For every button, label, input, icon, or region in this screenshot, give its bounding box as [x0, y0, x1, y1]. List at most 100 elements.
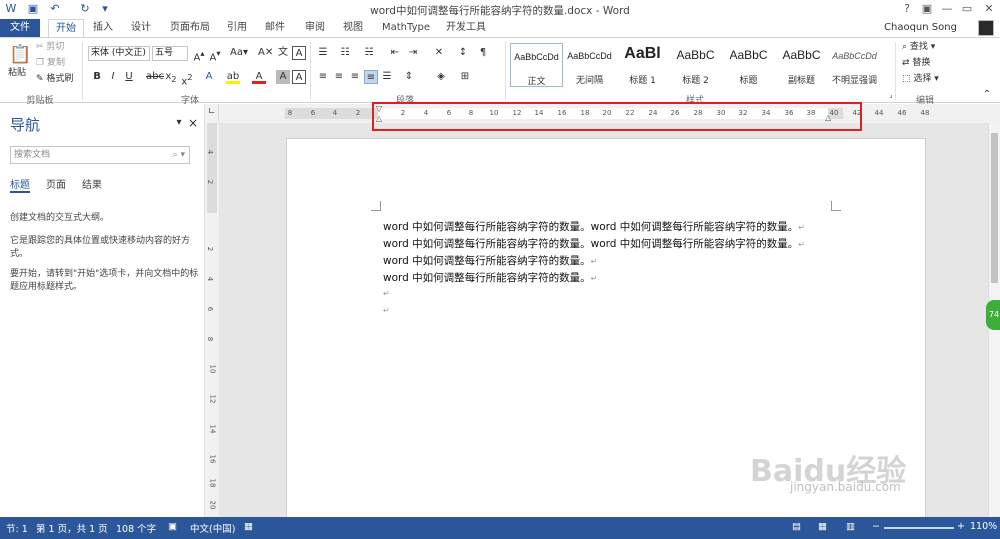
style-subtitle[interactable]: AaBbC 副标题 [775, 43, 828, 87]
enclose-char-icon[interactable]: A [292, 46, 306, 60]
underline-icon[interactable]: U [122, 70, 136, 84]
multilevel-list-icon[interactable]: ☵ [362, 46, 376, 60]
undo-icon[interactable]: ↶ [48, 2, 62, 16]
tab-page-layout[interactable]: 页面布局 [166, 19, 214, 37]
save-icon[interactable]: ▣ [26, 2, 40, 16]
zoom-out-icon[interactable]: − [872, 521, 880, 532]
style-heading2[interactable]: AaBbC 标题 2 [669, 43, 722, 87]
bullets-icon[interactable]: ☰ [316, 46, 330, 60]
tab-insert[interactable]: 插入 [88, 19, 118, 37]
status-section[interactable]: 节: 1 [6, 521, 28, 535]
style-heading1[interactable]: AaBl 标题 1 [616, 43, 669, 87]
strikethrough-icon[interactable]: abc [146, 70, 164, 84]
find-button[interactable]: ⌕ 查找 ▾ [902, 40, 935, 54]
minimize-button[interactable]: — [940, 1, 954, 17]
tab-mathtype[interactable]: MathType [378, 19, 434, 37]
numbering-icon[interactable]: ☷ [338, 46, 352, 60]
ribbon-display-icon[interactable]: ▣ [920, 1, 934, 17]
nav-close-icon[interactable]: × [186, 116, 200, 130]
scrollbar-thumb[interactable] [991, 133, 998, 283]
web-layout-icon[interactable]: ▥ [846, 521, 855, 532]
replace-button[interactable]: ⇄ 替换 [902, 56, 930, 70]
nav-search-input[interactable]: 搜索文档 ⌕ ▾ [10, 146, 190, 164]
font-color-icon[interactable]: A [252, 70, 266, 84]
style-title[interactable]: AaBbC 标题 [722, 43, 775, 87]
font-name-combo[interactable]: 宋体 (中文正) [88, 46, 150, 61]
grow-font-icon[interactable]: A▴ [192, 46, 206, 63]
align-center-icon[interactable]: ≡ [332, 70, 346, 84]
bold-icon[interactable]: B [90, 70, 104, 84]
text-effects-icon[interactable]: A [202, 70, 216, 84]
line-spacing-icon[interactable]: ⇕ [402, 70, 416, 84]
restore-button[interactable]: ▭ [960, 1, 974, 17]
zoom-slider[interactable] [884, 527, 954, 529]
side-badge[interactable]: 74 [986, 300, 1000, 330]
change-case-icon[interactable]: Aa▾ [230, 46, 248, 60]
highlight-icon[interactable]: ab [226, 70, 240, 84]
align-left-icon[interactable]: ≡ [316, 70, 330, 84]
user-name[interactable]: Chaoqun Song [884, 22, 957, 33]
font-size-combo[interactable]: 五号 [152, 46, 188, 61]
read-mode-icon[interactable]: ▤ [792, 521, 801, 532]
justify-icon[interactable]: ≡ [364, 70, 378, 84]
tab-design[interactable]: 设计 [126, 19, 156, 37]
sort-icon[interactable]: ↕ [456, 46, 470, 60]
vertical-ruler[interactable]: 4 2 2 4 6 8 10 12 14 16 18 20 [205, 123, 219, 517]
align-right-icon[interactable]: ≡ [348, 70, 362, 84]
horizontal-ruler[interactable]: 8 6 4 2 2 4 6 8 10 12 14 16 18 20 22 24 … [213, 104, 1000, 123]
zoom-in-icon[interactable]: + [957, 521, 965, 532]
increase-indent-icon[interactable]: ⇥ [406, 46, 420, 60]
left-indent-marker[interactable]: △ [376, 114, 382, 123]
distributed-icon[interactable]: ☰ [380, 70, 394, 84]
copy-button[interactable]: ❐ 复制 [36, 56, 65, 70]
tab-home[interactable]: 开始 [48, 19, 84, 37]
format-painter-button[interactable]: ✎ 格式刷 [36, 72, 73, 86]
paste-icon[interactable]: 📋 [9, 44, 31, 66]
clear-format-icon[interactable]: A✕ [258, 46, 273, 60]
tab-developer[interactable]: 开发工具 [442, 19, 490, 37]
nav-tab-results[interactable]: 结果 [82, 176, 102, 191]
document-line[interactable]: word 中如何调整每行所能容纳字符的数量。word 中如何调整每行所能容纳字符… [383, 219, 805, 234]
borders-icon[interactable]: ⊞ [458, 70, 472, 84]
subscript-icon[interactable]: x2 [164, 70, 178, 84]
tab-references[interactable]: 引用 [222, 19, 252, 37]
char-border-icon[interactable]: A [292, 70, 306, 84]
proofing-icon[interactable]: ▣ [168, 521, 177, 532]
superscript-icon[interactable]: x2 [180, 70, 194, 87]
tab-selector[interactable]: ∟ [205, 104, 219, 123]
nav-tab-pages[interactable]: 页面 [46, 176, 66, 191]
tab-file[interactable]: 文件 [0, 19, 40, 37]
shading-icon[interactable]: ◈ [434, 70, 448, 84]
document-line[interactable]: word 中如何调整每行所能容纳字符的数量。↵ [383, 270, 597, 285]
right-indent-marker[interactable]: △ [825, 113, 831, 122]
style-no-spacing[interactable]: AaBbCcDd 无间隔 [563, 43, 616, 87]
nav-tab-headings[interactable]: 标题 [10, 176, 30, 193]
redo-icon[interactable]: ↻ [78, 2, 92, 16]
tab-view[interactable]: 视图 [338, 19, 368, 37]
phonetic-guide-icon[interactable]: 文 [276, 46, 290, 60]
show-marks-icon[interactable]: ¶ [476, 46, 490, 60]
status-page[interactable]: 第 1 页，共 1 页 [36, 521, 108, 535]
document-line[interactable]: ↵ [383, 304, 390, 316]
paste-button[interactable]: 粘贴 [8, 66, 26, 80]
nav-options-icon[interactable]: ▾ [172, 116, 186, 130]
qat-customize-icon[interactable]: ▾ [98, 2, 112, 16]
document-line[interactable]: word 中如何调整每行所能容纳字符的数量。↵ [383, 253, 597, 268]
tab-mailings[interactable]: 邮件 [260, 19, 290, 37]
status-words[interactable]: 108 个字 [116, 521, 156, 535]
avatar[interactable] [978, 20, 994, 36]
macro-icon[interactable]: ▦ [244, 521, 253, 532]
char-shading-icon[interactable]: A [276, 70, 290, 84]
select-button[interactable]: ⬚ 选择 ▾ [902, 72, 939, 86]
shrink-font-icon[interactable]: A▾ [208, 46, 222, 63]
help-button[interactable]: ? [900, 1, 914, 17]
cut-button[interactable]: ✂ 剪切 [36, 40, 64, 54]
style-normal[interactable]: AaBbCcDd 正文 [510, 43, 563, 87]
search-icon[interactable]: ⌕ ▾ [173, 147, 185, 163]
collapse-ribbon-icon[interactable]: ⌃ [980, 88, 994, 102]
first-line-indent-marker[interactable]: ▽ [376, 104, 382, 113]
document-line[interactable]: word 中如何调整每行所能容纳字符的数量。word 中如何调整每行所能容纳字符… [383, 236, 805, 251]
zoom-level[interactable]: 110% [970, 521, 997, 532]
print-layout-icon[interactable]: ▦ [818, 521, 827, 532]
italic-icon[interactable]: I [106, 70, 120, 84]
